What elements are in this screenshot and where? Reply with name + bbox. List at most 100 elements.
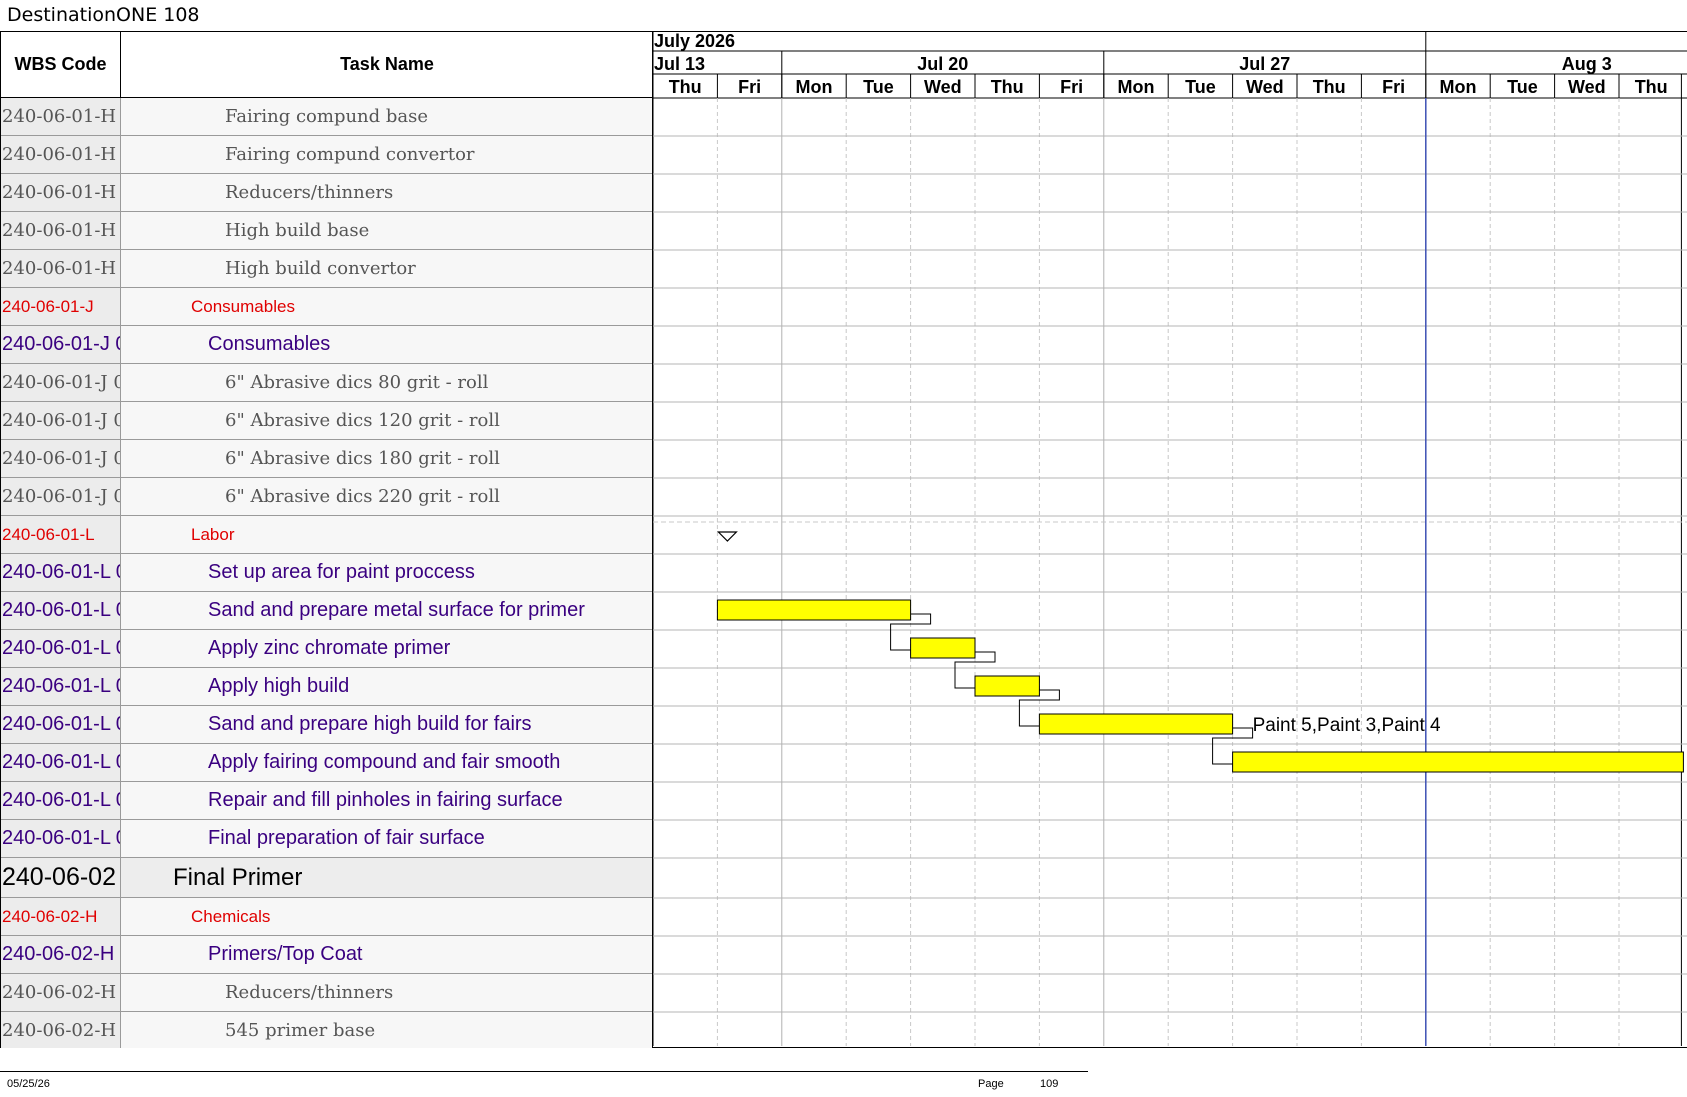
wbs-code-cell: 240-06-01-L 01 — [1, 782, 121, 819]
wbs-code-cell: 240-06-02 — [1, 858, 121, 897]
task-row[interactable]: 240-06-01-H 01High build base — [1, 212, 652, 250]
task-row[interactable]: 240-06-01-H 01Reducers/thinners — [1, 174, 652, 212]
task-bar — [716, 599, 912, 621]
wbs-code-cell: 240-06-01-J — [1, 288, 121, 325]
task-row[interactable]: 240-06-01-J 016" Abrasive dics 180 grit … — [1, 440, 652, 478]
week-label: Jul 27 — [1239, 54, 1290, 74]
document-title: DestinationONE 108 — [7, 4, 200, 26]
wbs-code-cell: 240-06-02-H 01 — [1, 936, 121, 973]
task-row[interactable]: 240-06-01-L 01Repair and fill pinholes i… — [1, 782, 652, 820]
gantt-chart: July 2026 Jul 13 Jul 20 Jul 27 Aug 3 Thu Fri Mo… — [653, 31, 1687, 1048]
task-name-cell: Fairing compund convertor — [121, 136, 652, 173]
task-row[interactable]: 240-06-01-J 016" Abrasive dics 120 grit … — [1, 402, 652, 440]
day-label: Mon — [796, 77, 833, 97]
task-name-cell: Labor — [121, 516, 652, 553]
wbs-code-cell: 240-06-01-L — [1, 516, 121, 553]
task-row[interactable]: 240-06-01-L 01Sand and prepare high buil… — [1, 706, 652, 744]
day-label: Fri — [738, 77, 761, 97]
wbs-code-cell: 240-06-01-L 01 — [1, 744, 121, 781]
day-label: Thu — [1313, 77, 1346, 97]
week-label: Jul 13 — [654, 54, 705, 74]
task-bar — [1038, 713, 1234, 735]
task-name-cell: 6" Abrasive dics 180 grit - roll — [121, 440, 652, 477]
footer-rule — [0, 1071, 1088, 1072]
task-name-cell: Consumables — [121, 326, 652, 363]
wbs-code-cell: 240-06-02-H 01 — [1, 974, 121, 1011]
task-name-cell: 6" Abrasive dics 220 grit - roll — [121, 478, 652, 515]
task-row[interactable]: 240-06-01-H 01Fairing compund convertor — [1, 136, 652, 174]
task-name-cell: Reducers/thinners — [121, 974, 652, 1011]
task-row[interactable]: 240-06-01-L 01Final preparation of fair … — [1, 820, 652, 858]
task-row[interactable]: 240-06-01-J 016" Abrasive dics 220 grit … — [1, 478, 652, 516]
wbs-code-cell: 240-06-01-J 01 — [1, 440, 121, 477]
task-row[interactable]: 240-06-01-L Labor — [1, 516, 652, 554]
month-label: July 2026 — [654, 31, 735, 51]
task-name-cell: Apply fairing compound and fair smooth — [121, 744, 652, 781]
task-name-cell: Fairing compund base — [121, 98, 652, 135]
task-row[interactable]: 240-06-01-J 016" Abrasive dics 80 grit -… — [1, 364, 652, 402]
task-bar — [1232, 751, 1684, 773]
task-row[interactable]: 240-06-01-L 01Sand and prepare metal sur… — [1, 592, 652, 630]
footer-date: 05/25/26 — [7, 1078, 50, 1090]
task-row[interactable]: 240-06-02 Final Primer — [1, 858, 652, 898]
day-label: Mon — [1440, 77, 1477, 97]
task-row[interactable]: 240-06-01-H 01High build convertor — [1, 250, 652, 288]
task-name-header[interactable]: Task Name — [121, 31, 652, 98]
task-row[interactable]: 240-06-01-J 01Consumables — [1, 326, 652, 364]
wbs-code-cell: 240-06-01-L 01 — [1, 820, 121, 857]
task-name-cell: Final Primer — [121, 858, 652, 897]
day-label: Fri — [1382, 77, 1405, 97]
wbs-code-header[interactable]: WBS Code — [1, 31, 121, 98]
task-bar — [974, 675, 1040, 697]
wbs-code-cell: 240-06-01-H 01 — [1, 174, 121, 211]
task-row[interactable]: 240-06-02-H 01Reducers/thinners — [1, 974, 652, 1012]
summary-marker-icon — [716, 531, 738, 542]
task-name-cell: Apply high build — [121, 668, 652, 705]
task-name-cell: 6" Abrasive dics 80 grit - roll — [121, 364, 652, 401]
day-label: Thu — [669, 77, 702, 97]
task-row[interactable]: 240-06-01-J Consumables — [1, 288, 652, 326]
task-table: WBS Code Task Name 240-06-01-H 01Fairing… — [0, 31, 653, 1048]
wbs-code-cell: 240-06-01-J 01 — [1, 402, 121, 439]
week-label: Aug 3 — [1562, 54, 1612, 74]
day-label: Fri — [1060, 77, 1083, 97]
gantt-svg: July 2026 Jul 13 Jul 20 Jul 27 Aug 3 Thu Fri Mo… — [653, 31, 1687, 1046]
footer-page-number: 109 — [1040, 1078, 1059, 1090]
task-name-cell: 545 primer base — [121, 1012, 652, 1048]
wbs-code-cell: 240-06-01-L 01 — [1, 668, 121, 705]
task-name-cell: High build base — [121, 212, 652, 249]
task-name-cell: Consumables — [121, 288, 652, 325]
task-name-cell: Sand and prepare metal surface for prime… — [121, 592, 652, 629]
task-row[interactable]: 240-06-02-H 01545 primer base — [1, 1012, 652, 1048]
wbs-code-cell: 240-06-01-H 01 — [1, 250, 121, 287]
wbs-code-cell: 240-06-02-H — [1, 898, 121, 935]
day-label: Mon — [1118, 77, 1155, 97]
task-row[interactable]: 240-06-01-L 01Apply zinc chromate primer — [1, 630, 652, 668]
wbs-code-cell: 240-06-01-H 01 — [1, 98, 121, 135]
wbs-code-cell: 240-06-01-J 01 — [1, 326, 121, 363]
day-label: Tue — [863, 77, 894, 97]
footer-page-label: Page — [978, 1078, 1004, 1090]
task-row[interactable]: 240-06-01-L 01Set up area for paint proc… — [1, 554, 652, 592]
day-label: Wed — [924, 77, 962, 97]
wbs-code-cell: 240-06-01-L 01 — [1, 592, 121, 629]
task-row[interactable]: 240-06-01-H 01Fairing compund base — [1, 98, 652, 136]
day-label: Wed — [1568, 77, 1606, 97]
task-row[interactable]: 240-06-02-H Chemicals — [1, 898, 652, 936]
task-row[interactable]: 240-06-02-H 01Primers/Top Coat — [1, 936, 652, 974]
task-name-cell: Final preparation of fair surface — [121, 820, 652, 857]
task-row[interactable]: 240-06-01-L 01Apply high build — [1, 668, 652, 706]
week-label: Jul 20 — [917, 54, 968, 74]
day-label: Thu — [991, 77, 1024, 97]
task-name-cell: Set up area for paint proccess — [121, 554, 652, 591]
task-name-cell: Sand and prepare high build for fairs — [121, 706, 652, 743]
task-row[interactable]: 240-06-01-L 01Apply fairing compound and… — [1, 744, 652, 782]
task-name-cell: Reducers/thinners — [121, 174, 652, 211]
day-label: Tue — [1185, 77, 1216, 97]
wbs-code-cell: 240-06-01-J 01 — [1, 364, 121, 401]
task-bar-label: Paint 5,Paint 3,Paint 4 — [1253, 715, 1441, 736]
task-name-cell: Primers/Top Coat — [121, 936, 652, 973]
day-label: Wed — [1246, 77, 1284, 97]
day-label: Thu — [1635, 77, 1668, 97]
wbs-code-cell: 240-06-01-H 01 — [1, 212, 121, 249]
